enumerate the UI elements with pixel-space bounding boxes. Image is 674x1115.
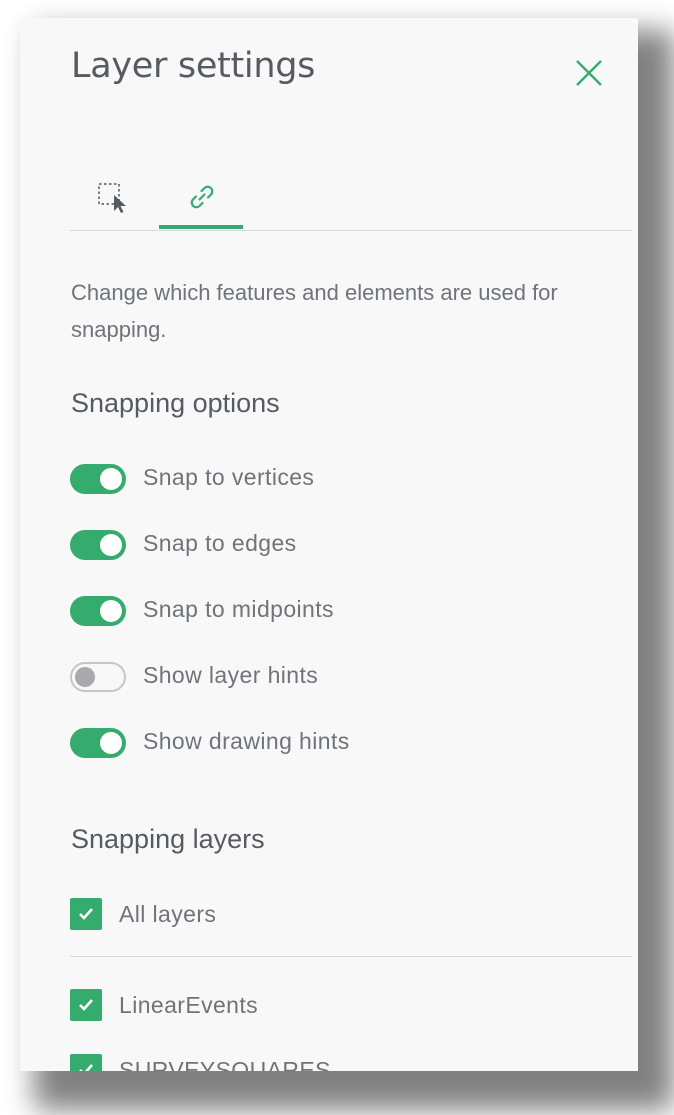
layer-checkbox[interactable] [70, 989, 102, 1021]
snap-edges-label: Snap to edges [143, 530, 297, 556]
layer-hints-option[interactable]: Show layer hints [70, 658, 590, 698]
snapping-description: Change which features and elements are u… [71, 280, 558, 342]
layer-item[interactable]: LinearEvents [70, 984, 590, 1024]
layer-settings-panel: Layer settings Change which features and… [20, 18, 638, 1071]
snap-midpoints-option[interactable]: Snap to midpoints [70, 592, 590, 632]
layer-hints-label: Show layer hints [143, 662, 319, 688]
snapping-layers-heading: Snapping layers [71, 824, 265, 854]
checkmark-icon [79, 999, 93, 1011]
layer-checkbox[interactable] [70, 1054, 102, 1071]
all-layers-checkbox[interactable] [70, 898, 102, 930]
all-layers-option[interactable]: All layers [70, 893, 590, 933]
layer-item[interactable]: SURVEYSQUARES [70, 1049, 590, 1071]
close-icon [576, 60, 602, 86]
select-cursor-icon [98, 183, 126, 213]
close-button[interactable] [570, 54, 610, 94]
snap-midpoints-label: Snap to midpoints [143, 596, 334, 622]
drawing-hints-option[interactable]: Show drawing hints [70, 724, 590, 764]
snap-edges-option[interactable]: Snap to edges [70, 526, 590, 566]
drawing-hints-toggle[interactable] [70, 728, 126, 758]
checkmark-icon [79, 1064, 93, 1071]
all-layers-label: All layers [119, 901, 217, 927]
snap-vertices-label: Snap to vertices [143, 464, 315, 490]
snap-vertices-option[interactable]: Snap to vertices [70, 460, 590, 500]
snap-midpoints-toggle[interactable] [70, 596, 126, 626]
layer-label: LinearEvents [119, 992, 259, 1018]
layer-label: SURVEYSQUARES [119, 1057, 331, 1071]
tab-selection[interactable] [70, 158, 154, 228]
link-icon [190, 185, 214, 209]
layers-divider [70, 956, 632, 957]
snap-vertices-toggle[interactable] [70, 464, 126, 494]
tab-snapping[interactable] [159, 158, 243, 229]
snapping-options-heading: Snapping options [71, 388, 280, 418]
drawing-hints-label: Show drawing hints [143, 728, 350, 754]
panel-title: Layer settings [71, 46, 316, 86]
layer-hints-toggle[interactable] [70, 662, 126, 692]
checkmark-icon [79, 908, 93, 920]
settings-tabs [70, 158, 632, 231]
snap-edges-toggle[interactable] [70, 530, 126, 560]
